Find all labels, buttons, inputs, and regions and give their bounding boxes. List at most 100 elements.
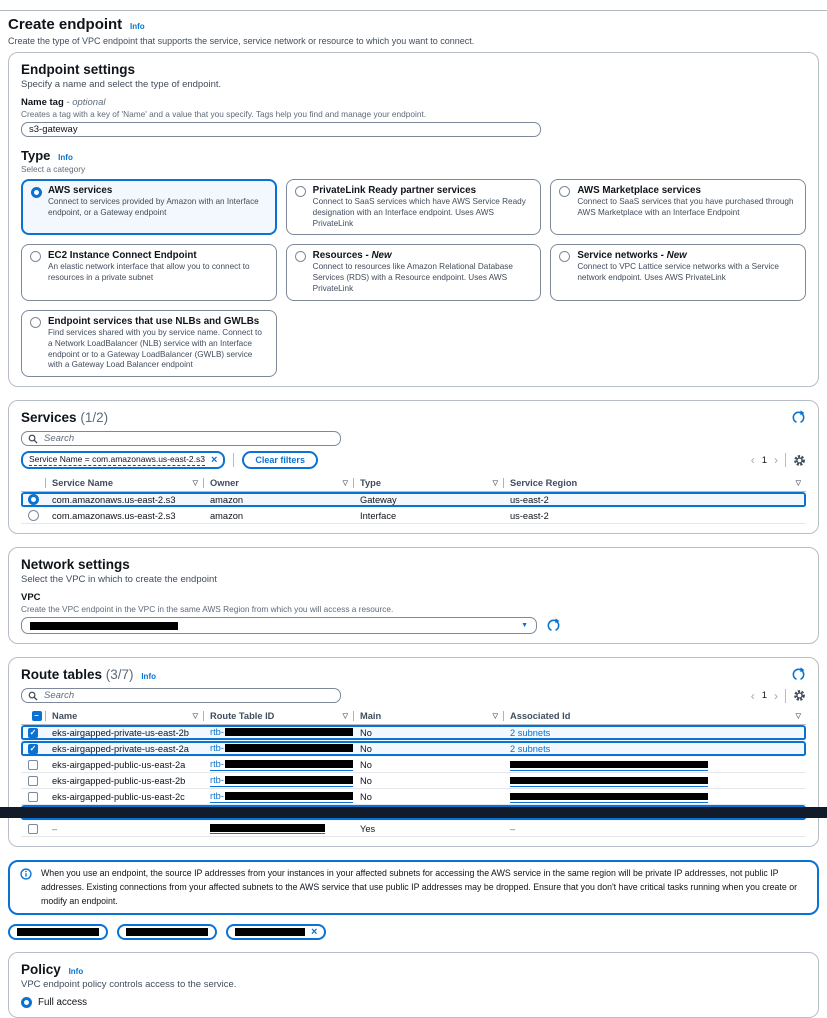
radio-icon[interactable] [559, 251, 570, 262]
row-checkbox[interactable] [28, 824, 38, 834]
radio-icon[interactable] [30, 317, 41, 328]
row-checkbox-checked[interactable] [28, 728, 38, 738]
row-radio-selected[interactable] [28, 494, 39, 505]
table-row[interactable]: eks-airgapped-private-us-east-2a rtb-… N… [21, 741, 806, 757]
name-tag-help: Creates a tag with a key of 'Name' and a… [21, 109, 806, 119]
column-header-main[interactable]: Main▽ [353, 708, 503, 724]
token-remove-icon[interactable]: × [211, 455, 217, 466]
subnet-chip: × [226, 924, 326, 940]
radio-selected-icon[interactable] [21, 997, 32, 1008]
table-row[interactable]: eks-airgapped-public-us-east-2a rtb-… No [21, 757, 806, 773]
table-row[interactable]: eks-airgapped-private-us-east-2b rtb-… N… [21, 725, 806, 741]
type-info-link[interactable]: Info [58, 153, 73, 162]
column-header-type[interactable]: Type▽ [353, 475, 503, 491]
table-row[interactable]: eks-airgapped-public-us-east-2b rtb-… No [21, 773, 806, 789]
previous-page-icon[interactable]: ‹ [751, 690, 755, 702]
page-number[interactable]: 1 [762, 455, 767, 466]
subnets-link[interactable]: 2 subnets [510, 744, 550, 754]
chip-remove-icon[interactable]: × [311, 927, 317, 938]
tile-endpoint-services-nlb-gwlb[interactable]: Endpoint services that use NLBs and GWLB… [21, 310, 277, 377]
radio-icon[interactable] [295, 251, 306, 262]
radio-icon[interactable] [295, 186, 306, 197]
redacted-associated-id[interactable] [510, 759, 708, 771]
row-checkbox[interactable] [28, 776, 38, 786]
services-search-input[interactable] [42, 432, 334, 445]
name-tag-input[interactable] [21, 122, 541, 137]
route-table-id-link[interactable] [210, 824, 325, 834]
tile-resources[interactable]: Resources - New Connect to resources lik… [286, 244, 542, 300]
route-tables-search-input[interactable] [42, 689, 334, 702]
tile-privatelink-partner-services[interactable]: PrivateLink Ready partner services Conne… [286, 179, 542, 235]
next-page-icon[interactable]: › [774, 690, 778, 702]
redacted-chip-value [126, 928, 208, 936]
redacted-id [225, 776, 353, 784]
next-page-icon[interactable]: › [774, 454, 778, 466]
full-access-option[interactable]: Full access [21, 997, 806, 1008]
select-all-checkbox[interactable] [32, 711, 42, 721]
radio-icon[interactable] [559, 186, 570, 197]
services-search[interactable] [21, 431, 341, 446]
route-table-id-link[interactable]: rtb-… [210, 791, 353, 803]
services-pagination: ‹ 1 › [751, 453, 806, 467]
row-checkbox[interactable] [28, 792, 38, 802]
info-icon [20, 868, 32, 885]
tile-service-networks[interactable]: Service networks - New Connect to VPC La… [550, 244, 806, 300]
table-row[interactable]: eks-airgapped-public-us-east-2c rtb-… No [21, 789, 806, 805]
services-count: (1/2) [80, 410, 108, 425]
row-checkbox-checked[interactable] [28, 744, 38, 754]
clear-filters-button[interactable]: Clear filters [242, 451, 318, 469]
route-table-id-link[interactable]: rtb-… [210, 727, 353, 739]
services-table-header: Service Name▽ Owner▽ Type▽ Service Regio… [21, 475, 806, 492]
table-row[interactable]: – Yes – [21, 821, 806, 837]
sort-icon: ▽ [493, 712, 498, 720]
table-row[interactable]: com.amazonaws.us-east-2.s3 amazon Gatewa… [21, 492, 806, 508]
network-settings-title: Network settings [21, 557, 130, 572]
route-tables-card: Route tables (3/7) Info ‹ 1 › [8, 657, 819, 847]
policy-card: Policy Info VPC endpoint policy controls… [8, 952, 819, 1018]
page-number[interactable]: 1 [762, 690, 767, 701]
new-badge: - New [661, 250, 687, 261]
table-settings-gear-icon[interactable] [793, 689, 806, 702]
page-info-link[interactable]: Info [130, 22, 145, 31]
policy-info-link[interactable]: Info [69, 967, 84, 976]
column-header-service-name[interactable]: Service Name▽ [45, 475, 203, 491]
filter-token: Service Name = com.amazonaws.us-east-2.s… [21, 451, 225, 469]
page-subtitle: Create the type of VPC endpoint that sup… [8, 36, 819, 46]
endpoint-settings-description: Specify a name and select the type of en… [21, 79, 806, 90]
column-header-associated-id[interactable]: Associated Id▽ [503, 708, 806, 724]
redacted-associated-id[interactable] [510, 791, 708, 803]
subnets-link[interactable]: 2 subnets [510, 728, 550, 738]
route-tables-pagination: ‹ 1 › [751, 689, 806, 703]
redacted-associated-id[interactable] [510, 775, 708, 787]
column-header-owner[interactable]: Owner▽ [203, 475, 353, 491]
redacted-id [225, 744, 353, 752]
row-radio[interactable] [28, 510, 39, 521]
column-header-route-table-id[interactable]: Route Table ID▽ [203, 708, 353, 724]
vpc-select[interactable]: ▼ [21, 617, 537, 634]
subnet-chips: × [8, 924, 819, 940]
route-tables-search[interactable] [21, 688, 341, 703]
network-settings-card: Network settings Select the VPC in which… [8, 547, 819, 644]
table-settings-gear-icon[interactable] [793, 454, 806, 467]
radio-selected-icon[interactable] [31, 187, 42, 198]
previous-page-icon[interactable]: ‹ [751, 454, 755, 466]
route-tables-info-link[interactable]: Info [141, 672, 156, 681]
tile-aws-marketplace-services[interactable]: AWS Marketplace services Connect to SaaS… [550, 179, 806, 235]
refresh-icon[interactable] [546, 618, 561, 633]
column-header-name[interactable]: Name▽ [45, 708, 203, 724]
tile-aws-services[interactable]: AWS services Connect to services provide… [21, 179, 277, 235]
type-label: Type [21, 148, 50, 163]
search-icon [28, 691, 38, 701]
route-table-id-link[interactable]: rtb-… [210, 759, 353, 771]
radio-icon[interactable] [30, 251, 41, 262]
column-header-service-region[interactable]: Service Region▽ [503, 475, 806, 491]
network-settings-description: Select the VPC in which to create the en… [21, 574, 806, 585]
subnet-chip [8, 924, 108, 940]
table-row[interactable]: com.amazonaws.us-east-2.s3 amazon Interf… [21, 508, 806, 524]
refresh-icon[interactable] [791, 410, 806, 425]
refresh-icon[interactable] [791, 667, 806, 682]
route-table-id-link[interactable]: rtb-… [210, 775, 353, 787]
route-table-id-link[interactable]: rtb-… [210, 743, 353, 755]
row-checkbox[interactable] [28, 760, 38, 770]
tile-ec2-instance-connect[interactable]: EC2 Instance Connect Endpoint An elastic… [21, 244, 277, 300]
